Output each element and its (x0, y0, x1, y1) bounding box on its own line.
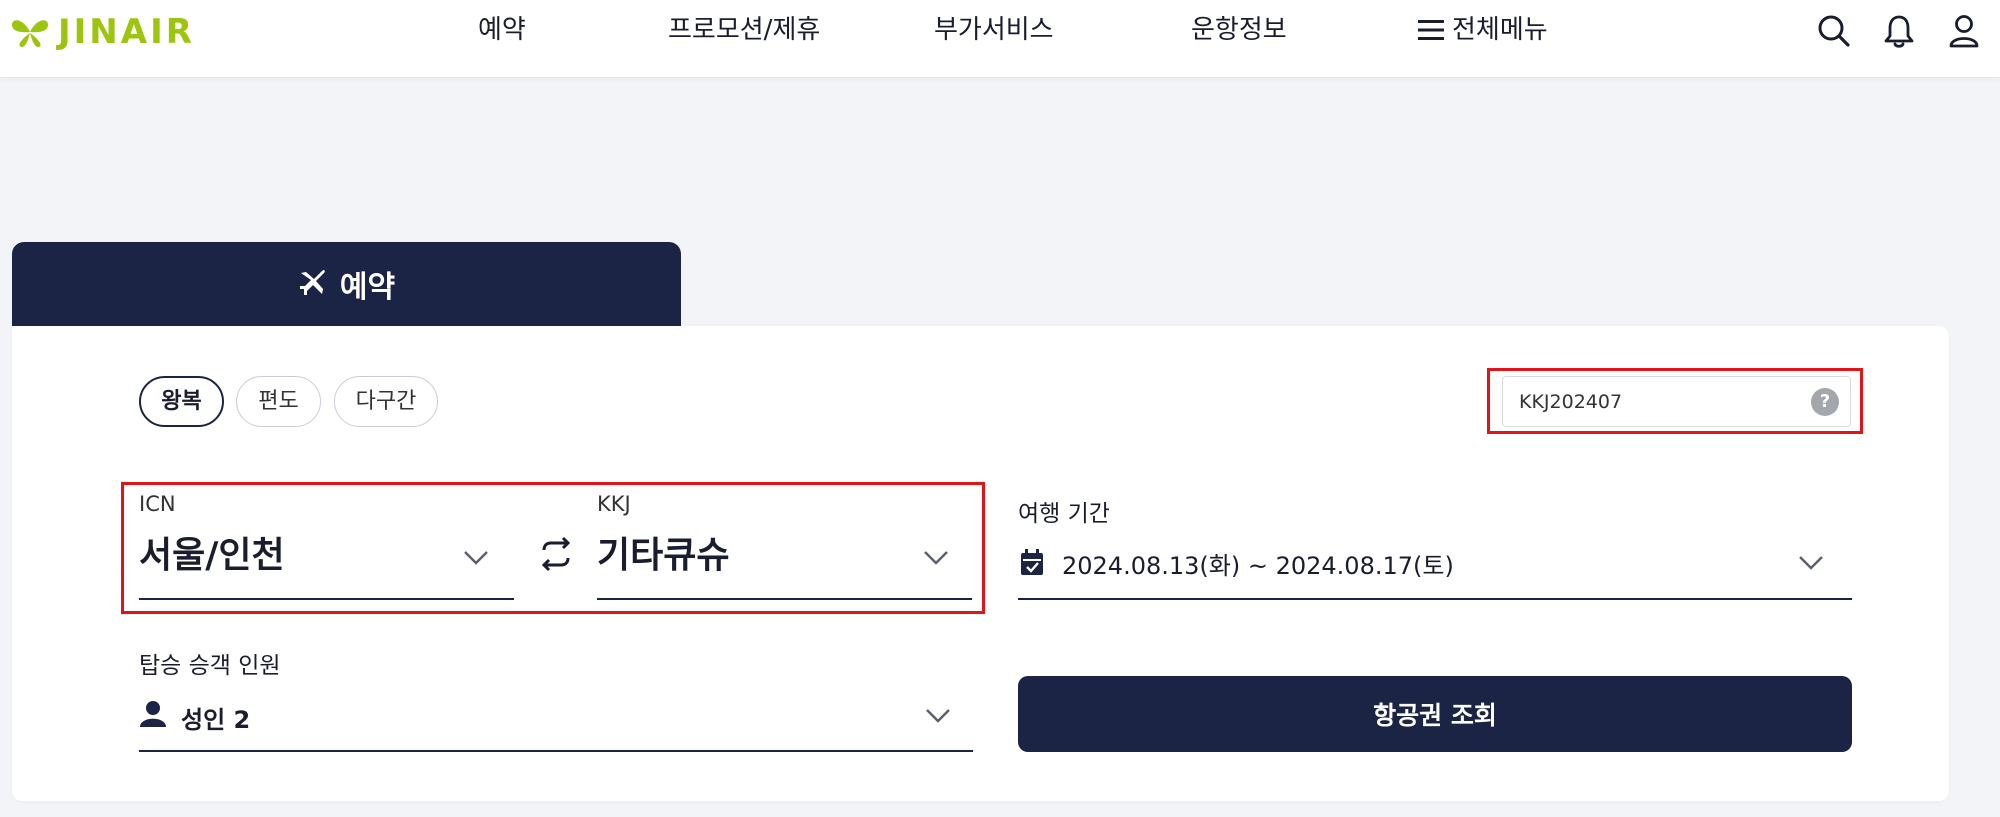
trip-multicity-button[interactable]: 다구간 (334, 376, 438, 427)
nav-full-menu[interactable]: 전체메뉴 (1418, 12, 1548, 48)
search-flights-button[interactable]: 항공권 조회 (1018, 676, 1852, 752)
search-icon[interactable] (1816, 13, 1852, 49)
chevron-down-icon (925, 708, 951, 728)
origin-code: ICN (139, 492, 176, 516)
destination-selector[interactable]: KKJ 기타큐슈 (597, 490, 972, 600)
trip-oneway-button[interactable]: 편도 (236, 376, 321, 427)
nav-flight-info[interactable]: 운항정보 (1191, 12, 1287, 48)
butterfly-logo-icon (12, 20, 48, 48)
origin-city: 서울/인천 (139, 535, 285, 576)
travel-period-selector[interactable]: 2024.08.13(화) ~ 2024.08.17(토) (1018, 528, 1852, 600)
passenger-underline (139, 750, 973, 752)
destination-underline (597, 598, 972, 600)
nav-promotion[interactable]: 프로모션/제휴 (668, 12, 820, 48)
user-icon[interactable] (1946, 13, 1982, 49)
tab-reservation-label: 예약 (339, 270, 396, 305)
top-header: JINAIR 예약 프로모션/제휴 부가서비스 운항정보 전체메뉴 (0, 0, 2000, 78)
nav-reservation[interactable]: 예약 (478, 12, 526, 48)
swap-route-icon[interactable] (536, 534, 576, 574)
passenger-selector[interactable]: 성인 2 (139, 680, 973, 752)
nav-extra-services[interactable]: 부가서비스 (934, 12, 1054, 48)
airplane-icon (298, 267, 328, 301)
origin-underline (139, 598, 514, 600)
chevron-down-icon (1798, 555, 1824, 575)
logo-wordmark: JINAIR (58, 12, 195, 52)
passenger-value: 성인 2 (181, 706, 251, 734)
passenger-label: 탑승 승객 인원 (139, 653, 281, 679)
promo-code-input[interactable] (1502, 376, 1851, 427)
jinair-logo[interactable]: JINAIR (10, 12, 195, 52)
travel-period-label: 여행 기간 (1018, 501, 1110, 527)
hamburger-icon (1418, 19, 1444, 41)
tab-reservation[interactable]: 예약 (12, 242, 681, 326)
travel-period-value: 2024.08.13(화) ~ 2024.08.17(토) (1062, 552, 1454, 580)
chevron-down-icon (463, 550, 489, 570)
trip-round-button[interactable]: 왕복 (139, 376, 224, 427)
destination-city: 기타큐슈 (597, 535, 730, 576)
bell-icon[interactable] (1881, 13, 1917, 49)
origin-selector[interactable]: ICN 서울/인천 (139, 490, 514, 600)
person-icon (139, 700, 167, 732)
chevron-down-icon (923, 550, 949, 570)
travel-period-underline (1018, 598, 1852, 600)
help-icon[interactable]: ? (1811, 388, 1839, 416)
full-menu-label: 전체메뉴 (1452, 15, 1548, 45)
destination-code: KKJ (597, 492, 631, 516)
calendar-icon (1020, 548, 1044, 580)
